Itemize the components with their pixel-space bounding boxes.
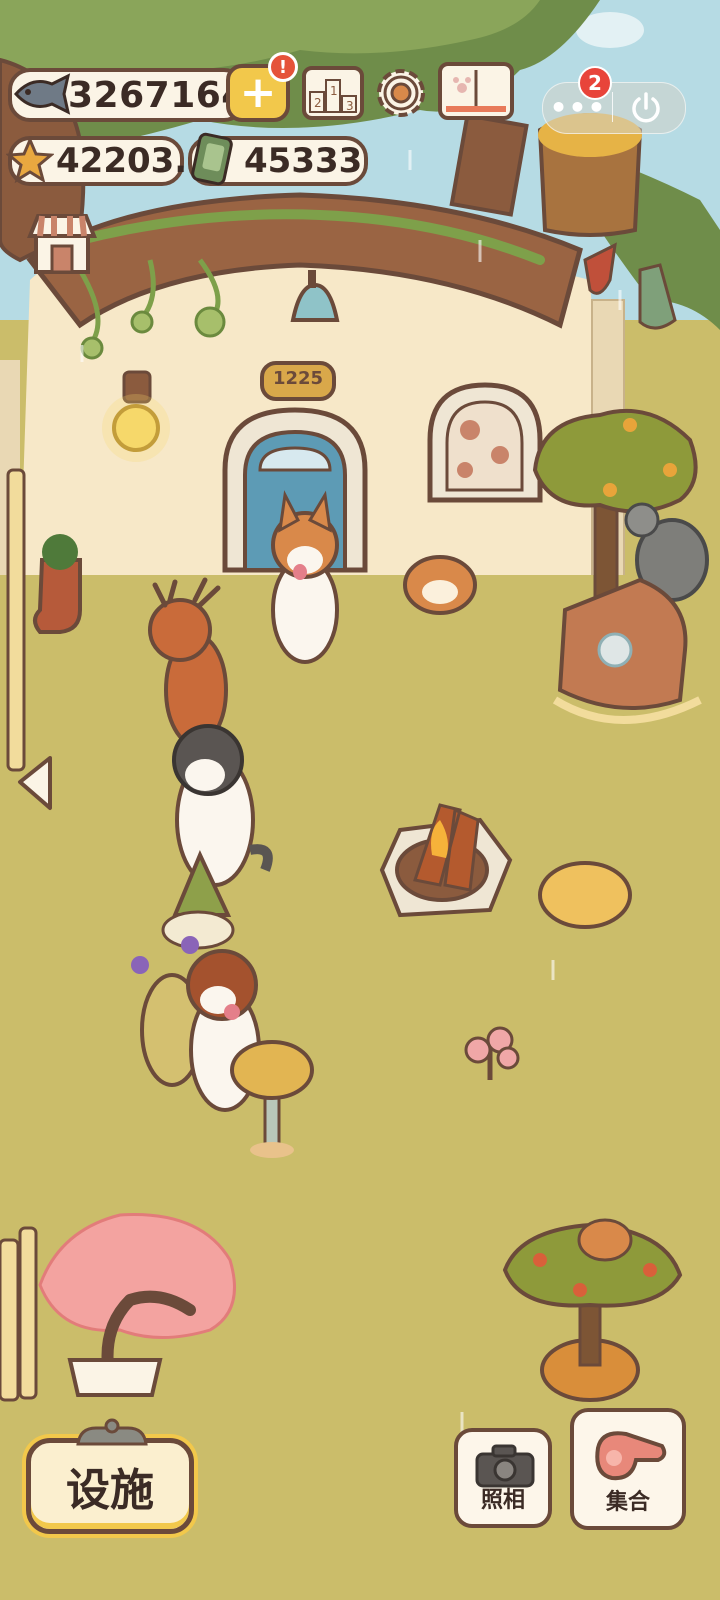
power-icon[interactable] — [626, 88, 666, 128]
book-icon[interactable] — [438, 62, 514, 120]
svg-text:3: 3 — [346, 99, 354, 113]
gather-button[interactable]: 集合 — [570, 1408, 686, 1530]
shop-icon[interactable] — [26, 210, 98, 276]
facility-label: 设施 — [66, 1465, 154, 1516]
notification-badge: 2 — [578, 66, 612, 100]
tiger-character — [403, 555, 477, 615]
game-scene — [0, 0, 720, 1600]
svg-text:1: 1 — [330, 84, 338, 98]
christmas-stocking — [33, 558, 82, 634]
photo-button[interactable]: 照相 — [454, 1428, 552, 1528]
ranking-icon[interactable]: 213 — [302, 66, 364, 120]
svg-text:2: 2 — [314, 96, 322, 110]
ticket-icon — [191, 132, 233, 186]
alert-icon: ! — [268, 52, 298, 82]
ticket-count: 45333 — [244, 141, 363, 181]
clipboard-clip-icon — [76, 1418, 148, 1446]
whistle-icon — [595, 1431, 667, 1481]
star-icon — [6, 136, 54, 184]
gear-icon[interactable] — [372, 64, 430, 122]
hay-cushion — [538, 861, 632, 929]
back-arrow-icon[interactable] — [14, 752, 58, 814]
fish-icon — [13, 73, 71, 115]
gather-label: 集合 — [605, 1490, 650, 1515]
house-number: 1225 — [272, 368, 324, 389]
facility-button[interactable]: 设施 — [26, 1438, 194, 1534]
fruit-tree — [532, 408, 698, 514]
capsule-divider — [612, 92, 613, 122]
camera-icon — [475, 1444, 535, 1488]
corgi-character — [271, 490, 339, 664]
